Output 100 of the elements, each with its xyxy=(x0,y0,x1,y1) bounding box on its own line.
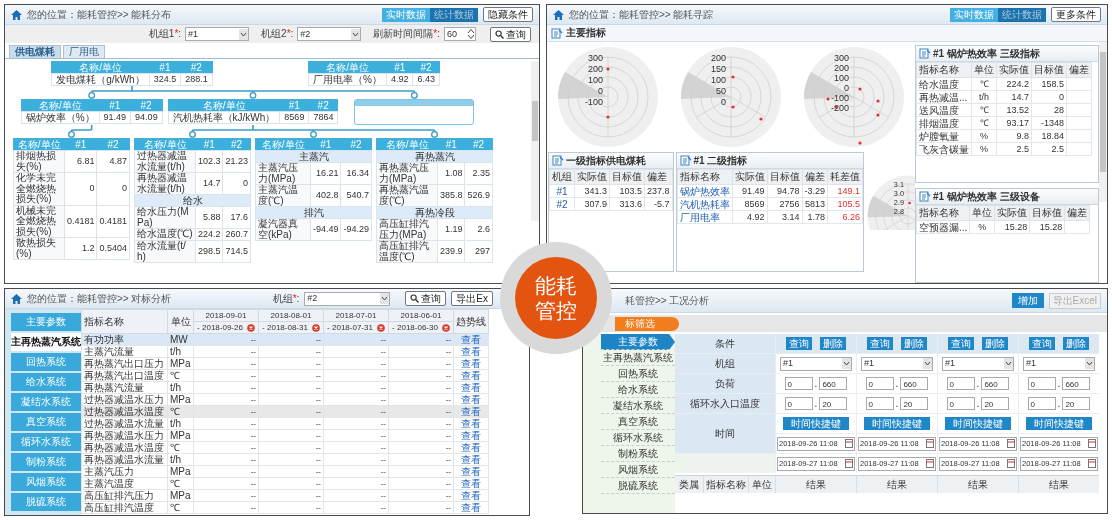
home-icon[interactable] xyxy=(553,9,564,20)
tick-label: -100 xyxy=(830,93,849,103)
table-row[interactable]: 再热蒸汽流量 t/h -- -- -- -- 查看 xyxy=(81,381,489,394)
time-shortcut-button[interactable]: 时间快捷键 xyxy=(783,417,849,430)
hide-conditions-button[interactable]: 隐藏条件 xyxy=(483,7,533,22)
indicator-link[interactable]: 汽机热耗率 xyxy=(677,197,733,211)
tab[interactable]: 厂用电 xyxy=(63,45,105,58)
max-field[interactable]: 20 xyxy=(900,397,929,410)
table-row[interactable]: 再热蒸汽出口压力 MPa -- -- -- -- 查看 xyxy=(81,357,489,370)
table-row[interactable]: 过热器减温水压力 MPa -- -- -- -- 查看 xyxy=(81,393,489,406)
max-field[interactable]: 20 xyxy=(819,397,848,410)
interval-field[interactable]: 60 xyxy=(444,27,476,41)
table-cell: 再热蒸汽流量 xyxy=(81,381,168,394)
query-button[interactable]: 查询 xyxy=(948,337,974,350)
unit-select[interactable]: #2 xyxy=(297,27,362,41)
remove-icon[interactable] xyxy=(376,323,385,332)
time-shortcut-button[interactable]: 时间快捷键 xyxy=(945,417,1011,430)
tab[interactable]: 供电煤耗 xyxy=(9,45,61,58)
scrollbar[interactable] xyxy=(1099,42,1107,202)
table-cell: % xyxy=(969,220,995,234)
indicator-link[interactable]: 厂用电率 xyxy=(677,210,733,224)
min-field[interactable]: 0 xyxy=(784,397,813,410)
table-cell: % xyxy=(971,129,997,143)
document-icon xyxy=(919,191,931,202)
calendar-icon xyxy=(926,439,934,448)
add-button[interactable]: 增加 xyxy=(1011,293,1044,308)
tick-label: 50 xyxy=(715,86,726,96)
range-separator: . xyxy=(976,398,980,409)
table-cell: 高压缸排汽压力 xyxy=(81,489,168,502)
min-field[interactable]: 0 xyxy=(865,377,894,390)
table-row[interactable]: 再热器减温水温度 ℃ -- -- -- -- 查看 xyxy=(81,441,489,454)
table-row[interactable]: 主蒸汽流量 t/h -- -- -- -- 查看 xyxy=(81,345,489,358)
unit-select[interactable]: #1 xyxy=(780,356,852,371)
home-icon[interactable] xyxy=(11,293,22,304)
table-cell: -- xyxy=(388,429,454,442)
unit-select[interactable]: #1 xyxy=(185,27,250,41)
remove-icon[interactable] xyxy=(311,323,320,332)
delete-button[interactable]: 删除 xyxy=(1063,337,1089,350)
nav-item[interactable]: 主要参数 xyxy=(601,334,675,350)
scrollbar[interactable] xyxy=(531,61,539,221)
table-cell: MPa xyxy=(167,465,194,478)
query-button[interactable]: 查询 xyxy=(867,337,893,350)
table-row[interactable]: 高压缸排汽压力 MPa -- -- -- -- 查看 xyxy=(81,489,489,502)
table-cell: 4.87 xyxy=(96,150,130,173)
max-field[interactable]: 660 xyxy=(819,377,848,390)
home-icon[interactable] xyxy=(11,9,22,20)
time-shortcut-button[interactable]: 时间快捷键 xyxy=(1026,417,1092,430)
table-row[interactable]: 主蒸汽温度 ℃ -- -- -- -- 查看 xyxy=(81,477,489,490)
min-field[interactable]: 0 xyxy=(1027,397,1056,410)
unit-select[interactable]: #1 xyxy=(861,356,933,371)
table-cell: 260.7 xyxy=(222,228,251,241)
delete-button[interactable]: 删除 xyxy=(820,337,846,350)
max-field[interactable]: 660 xyxy=(900,377,929,390)
min-field[interactable]: 0 xyxy=(865,397,894,410)
indicator-link[interactable]: #1 xyxy=(549,184,575,198)
table-row[interactable]: 主蒸汽压力 MPa -- -- -- -- 查看 xyxy=(81,465,489,478)
query-button[interactable]: 查询 xyxy=(786,337,812,350)
query-button[interactable]: 查询 xyxy=(1029,337,1055,350)
table-row[interactable]: 高压缸排汽温度 ℃ -- -- -- -- 查看 xyxy=(81,501,489,514)
time-shortcut-button[interactable]: 时间快捷键 xyxy=(864,417,930,430)
indicator-link[interactable]: #2 xyxy=(549,197,575,211)
table-row[interactable]: 再热器减温水流量 t/h -- -- -- -- 查看 xyxy=(81,453,489,466)
table-cell: -- xyxy=(323,489,389,502)
tick-label: 3.1 xyxy=(893,179,904,189)
min-field[interactable]: 0 xyxy=(946,397,975,410)
table-cell: 714.5 xyxy=(222,240,251,263)
table-row[interactable]: 再热蒸汽出口温度 ℃ -- -- -- -- 查看 xyxy=(81,369,489,382)
unit-select[interactable]: #1 xyxy=(1023,356,1095,371)
unit-select[interactable]: #1 xyxy=(942,356,1014,371)
max-field[interactable]: 660 xyxy=(1062,377,1091,390)
table-cell: -- xyxy=(388,405,454,418)
table-cell: 凝汽器真空(kPa) xyxy=(255,218,311,241)
delete-button[interactable]: 删除 xyxy=(982,337,1008,350)
table-row[interactable]: 再热器减温水压力 MPa -- -- -- -- 查看 xyxy=(81,429,489,442)
min-field[interactable]: 0 xyxy=(946,377,975,390)
table-cell: 1.2 xyxy=(64,237,97,260)
table-cell: 297 xyxy=(464,240,493,263)
max-field[interactable]: 20 xyxy=(1062,397,1091,410)
indicator-link[interactable]: 锅炉热效率 xyxy=(677,184,733,198)
query-button[interactable]: 查询 xyxy=(405,291,447,306)
field-label: 机组*: xyxy=(272,292,300,305)
query-button[interactable]: 查询 xyxy=(490,26,531,42)
table-cell: -- xyxy=(388,381,454,394)
table-cell: 9.8 xyxy=(996,129,1032,143)
caret-icon xyxy=(842,358,851,369)
more-conditions-button[interactable]: 更多条件 xyxy=(1051,7,1101,22)
nav-item[interactable]: 主再热蒸汽系统 xyxy=(11,333,81,351)
table-cell: 149.1 xyxy=(827,184,863,198)
remove-icon[interactable] xyxy=(441,323,450,332)
min-field[interactable]: 0 xyxy=(784,377,813,390)
delete-button[interactable]: 删除 xyxy=(901,337,927,350)
max-field[interactable]: 660 xyxy=(981,377,1010,390)
table-row[interactable]: 过热器减温水流量 t/h -- -- -- -- 查看 xyxy=(81,417,489,430)
min-field[interactable]: 0 xyxy=(1027,377,1056,390)
export-button[interactable]: 导出Ex xyxy=(451,291,493,306)
table-cell: ℃ xyxy=(167,369,194,382)
table-cell: 224.2 xyxy=(996,77,1032,91)
remove-icon[interactable] xyxy=(246,323,255,332)
unit-select[interactable]: #2 xyxy=(304,291,391,306)
max-field[interactable]: 20 xyxy=(981,397,1010,410)
